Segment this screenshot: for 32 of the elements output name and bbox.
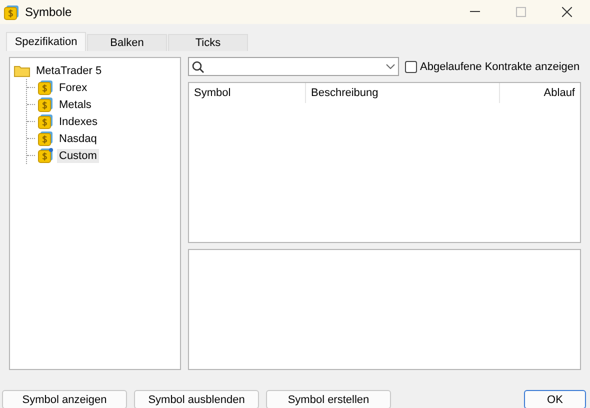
window-title: Symbole bbox=[25, 5, 73, 19]
tab[interactable]: Spezifikation bbox=[6, 32, 86, 51]
coin-star-icon bbox=[38, 148, 53, 163]
coin-icon bbox=[38, 131, 53, 146]
action-button[interactable]: Symbol erstellen bbox=[266, 390, 391, 408]
tree-item[interactable]: MetaTrader 5 bbox=[34, 64, 104, 78]
close-icon bbox=[562, 7, 572, 17]
ok-button[interactable]: OK bbox=[524, 390, 586, 408]
checkbox-label: Abgelaufene Kontrakte anzeigen bbox=[420, 60, 580, 72]
tree-item[interactable]: Nasdaq bbox=[57, 132, 99, 146]
tree-item[interactable]: Forex bbox=[57, 80, 90, 94]
tree-item[interactable]: Custom bbox=[57, 148, 99, 162]
tree-item[interactable]: Metals bbox=[57, 98, 94, 112]
search-icon bbox=[192, 60, 204, 72]
action-button[interactable]: Symbol ausblenden bbox=[134, 390, 259, 408]
column-header[interactable]: Beschreibung bbox=[306, 83, 500, 103]
action-button[interactable]: Symbol anzeigen bbox=[2, 390, 127, 408]
coin-icon bbox=[38, 80, 53, 95]
tree-item[interactable]: Indexes bbox=[57, 114, 100, 128]
search-field[interactable] bbox=[188, 57, 399, 76]
maximize-icon bbox=[516, 7, 526, 17]
column-header[interactable]: Ablauf bbox=[500, 83, 580, 103]
folder-icon bbox=[14, 64, 30, 76]
minimize-icon bbox=[470, 11, 480, 13]
tab[interactable]: Balken bbox=[87, 34, 167, 51]
tab[interactable]: Ticks bbox=[168, 34, 248, 51]
checkbox[interactable] bbox=[405, 60, 417, 72]
coin-icon bbox=[4, 4, 19, 20]
column-header[interactable]: Symbol bbox=[189, 83, 306, 103]
coin-icon bbox=[38, 97, 53, 112]
chevron-down-icon bbox=[386, 64, 395, 69]
coin-icon bbox=[38, 114, 53, 129]
